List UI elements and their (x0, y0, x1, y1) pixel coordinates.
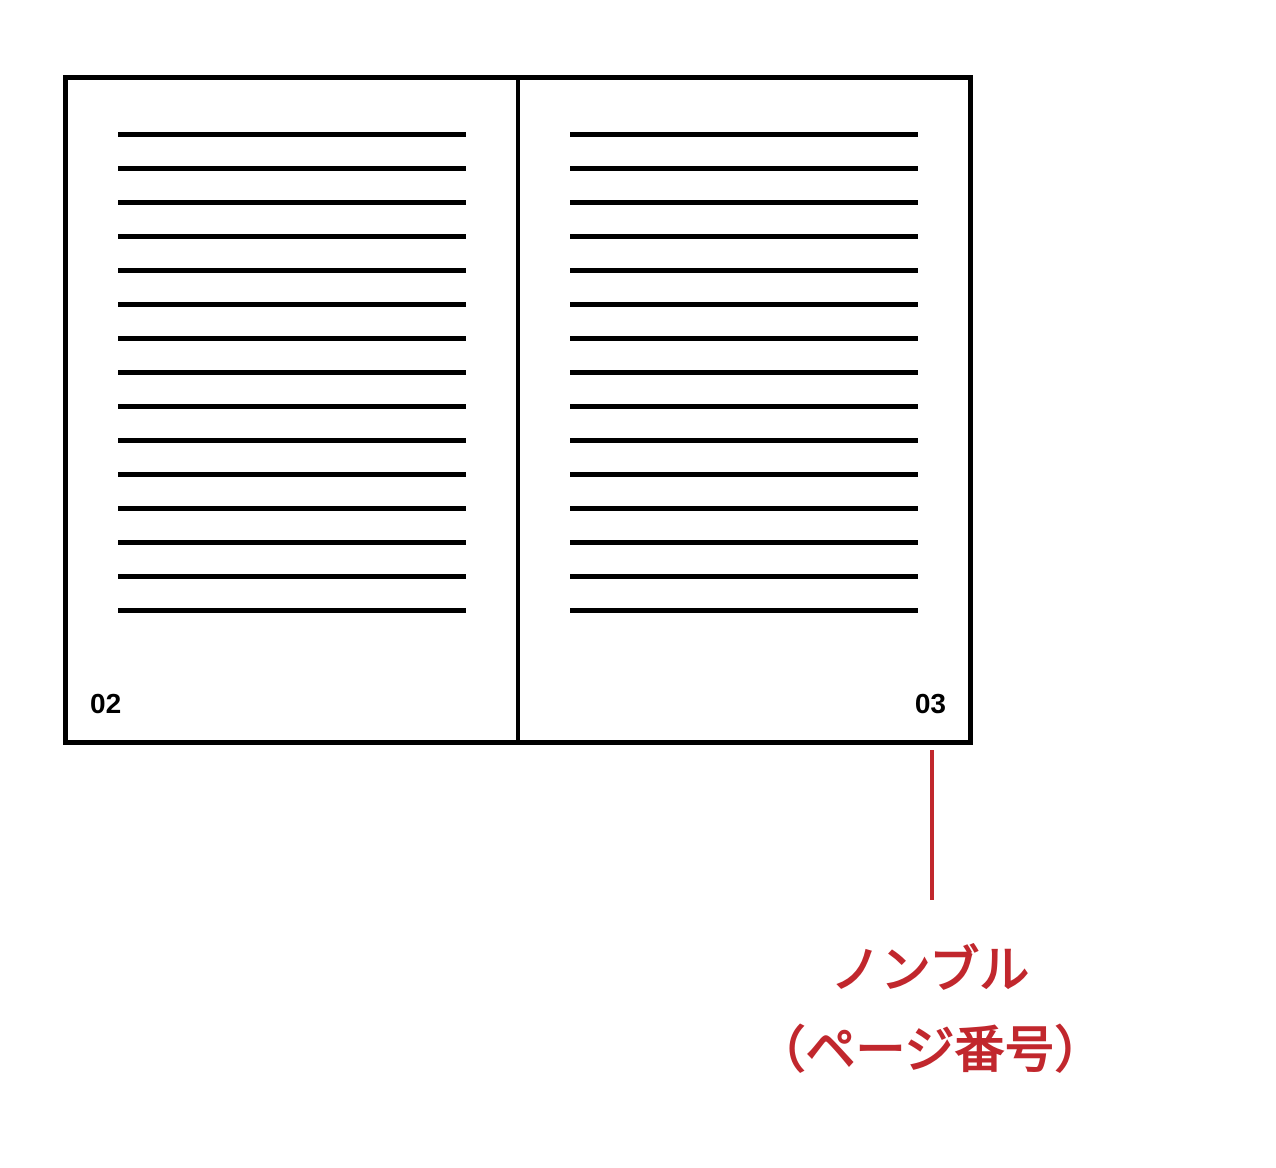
annotation-label: ノンブル （ページ番号） (700, 930, 1160, 1090)
text-line (570, 506, 918, 511)
text-line (118, 574, 466, 579)
text-line (118, 472, 466, 477)
text-line (118, 234, 466, 239)
text-line (570, 404, 918, 409)
annotation-pointer-line (930, 750, 934, 900)
right-page-number: 03 (915, 688, 946, 720)
text-line (570, 608, 918, 613)
text-line (570, 268, 918, 273)
right-page: 03 (518, 80, 968, 740)
text-line (570, 370, 918, 375)
text-line (118, 302, 466, 307)
text-line (570, 302, 918, 307)
left-page-number: 02 (90, 688, 121, 720)
text-line (570, 540, 918, 545)
book-spread: 02 03 (63, 75, 973, 745)
text-line (570, 132, 918, 137)
text-line (570, 166, 918, 171)
annotation-subtitle: （ページ番号） (700, 1010, 1160, 1090)
text-line (570, 200, 918, 205)
left-page: 02 (68, 80, 518, 740)
right-text-lines (570, 132, 918, 613)
text-line (118, 132, 466, 137)
annotation-title: ノンブル (700, 930, 1160, 1010)
text-line (118, 200, 466, 205)
text-line (118, 370, 466, 375)
text-line (570, 438, 918, 443)
text-line (570, 234, 918, 239)
text-line (118, 540, 466, 545)
text-line (570, 336, 918, 341)
text-line (570, 574, 918, 579)
text-line (118, 438, 466, 443)
text-line (570, 472, 918, 477)
text-line (118, 404, 466, 409)
text-line (118, 268, 466, 273)
text-line (118, 166, 466, 171)
text-line (118, 506, 466, 511)
left-text-lines (118, 132, 466, 613)
text-line (118, 336, 466, 341)
text-line (118, 608, 466, 613)
